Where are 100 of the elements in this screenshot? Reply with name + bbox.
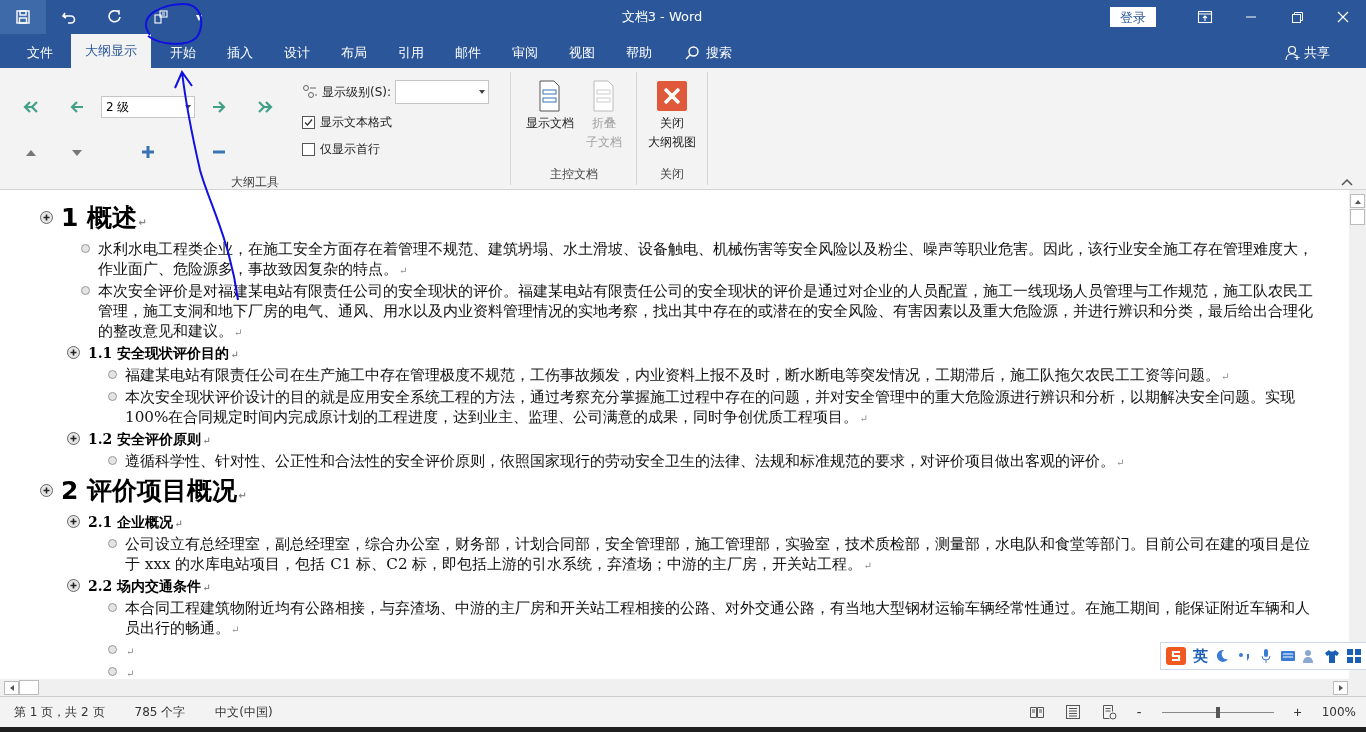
caret-up-icon xyxy=(1340,177,1354,187)
page-count[interactable]: 第 1 页，共 2 页 xyxy=(14,703,105,721)
dropdown-caret-icon xyxy=(185,105,191,109)
body-paragraph: ↵ xyxy=(125,645,135,659)
ribbon-tab[interactable]: 文件 xyxy=(14,38,66,68)
dropdown-caret-icon xyxy=(479,90,486,94)
save-button[interactable] xyxy=(0,0,46,34)
ribbon-tab[interactable]: 布局 xyxy=(328,38,380,68)
ribbon-tab[interactable]: 设计 xyxy=(271,38,323,68)
body-text-bullet xyxy=(108,370,117,379)
scrollbar-thumb[interactable] xyxy=(1350,209,1365,225)
outline-heading: 1 概述↵ xyxy=(61,202,147,234)
show-level-label: 显示级别(S): xyxy=(322,83,392,101)
close-icon xyxy=(1335,9,1351,25)
double-left-arrow-icon xyxy=(22,99,40,115)
keyboard-icon xyxy=(1280,648,1296,664)
outline-heading: 1.2 安全评价原则↵ xyxy=(88,430,211,449)
sign-in-button[interactable]: 登录 xyxy=(1110,7,1156,27)
group-label: 主控文档 xyxy=(548,166,599,183)
language-status[interactable]: 中文(中国) xyxy=(215,703,273,721)
body-text-bullet xyxy=(108,645,117,654)
checkbox-option[interactable]: 显示文本格式 xyxy=(302,114,490,131)
restore-icon xyxy=(1289,9,1305,25)
ribbon-tab[interactable]: 插入 xyxy=(214,38,266,68)
read-mode-icon xyxy=(1028,704,1045,720)
body-paragraph: ↵ xyxy=(125,667,135,679)
body-paragraph: 本合同工程建筑物附近均有公路相接，与弃渣场、中游的主厂房和开关站工程相接的公路、对外交通公路，有当地大型钢材运输车辆经常性通过。在施工期间，能保证附近车辆和人员出行的畅通。↵ xyxy=(125,598,1311,639)
outline-level-dropdown[interactable]: 2 级 xyxy=(101,96,195,118)
body-paragraph: 公司设立有总经理室，副总经理室，综合办公室，财务部，计划合同部，安全管理部，施工管理部，实验室，技术质检部，测量部，水电队和食堂等部门。目前公司在建的项目是位于 xxx 的水库电站项目，包括 C1 标、C2 标，即包括上游的引水系统，弃渣场；中游的主厂房，开关站工程。↵ xyxy=(125,534,1311,575)
web-layout-icon xyxy=(1100,704,1117,720)
right-arrow-icon xyxy=(211,99,227,115)
plus-icon xyxy=(141,145,155,159)
documents-icon xyxy=(153,9,169,25)
left-arrow-icon xyxy=(69,99,85,115)
zoom-percent[interactable]: 100% xyxy=(1321,705,1356,719)
word-count[interactable]: 785 个字 xyxy=(134,703,186,721)
right-triangle-icon xyxy=(1336,683,1345,692)
zoom-slider-thumb[interactable] xyxy=(1215,706,1220,718)
minimize-icon xyxy=(1246,16,1256,18)
show-document-button[interactable]: 显示文档 xyxy=(519,72,580,166)
outline-levels-icon xyxy=(302,84,318,100)
ribbon-tab[interactable]: 大纲显示 xyxy=(71,34,151,68)
scrollbar-thumb[interactable] xyxy=(19,680,39,695)
save-icon xyxy=(15,9,31,25)
moon-icon xyxy=(1214,648,1230,664)
expand-outline-icon[interactable] xyxy=(67,432,80,445)
ribbon-tab[interactable]: 帮助 xyxy=(613,38,665,68)
group-label: 关闭 xyxy=(659,166,685,183)
input-mode-button[interactable]: 英 xyxy=(1193,646,1208,666)
checkbox[interactable] xyxy=(302,116,315,129)
window-title: 文档3 - Word xyxy=(620,8,704,26)
ribbon-tab[interactable]: 审阅 xyxy=(499,38,551,68)
body-paragraph: 本次安全现状评价设计的目的就是应用安全系统工程的方法，通过考察充分掌握施工过程中存在的问题，并对安全管理中的重大危险源进行辨识和分析，以期解决安全问题。实现 100%在合同规定时间内完成原计划的工程进度，达到业主、监理、公司满意的成果，同时争创优质工程项目。↵ xyxy=(125,387,1296,428)
scroll-left-button[interactable] xyxy=(4,680,19,695)
zoom-in-button[interactable]: + xyxy=(1293,704,1302,720)
body-text-bullet xyxy=(81,286,90,295)
document-icon xyxy=(537,80,562,112)
body-text-bullet xyxy=(108,603,117,612)
shirt-icon xyxy=(1324,648,1340,664)
outline-heading: 1.1 安全现状评价目的↵ xyxy=(88,344,239,363)
ribbon-display-icon xyxy=(1197,9,1213,25)
checkbox[interactable] xyxy=(302,143,315,156)
zoom-out-button[interactable]: - xyxy=(1136,704,1142,720)
ribbon-tab[interactable]: 视图 xyxy=(556,38,608,68)
print-layout-icon xyxy=(1064,704,1081,720)
close-outline-view-button[interactable]: 关闭 大纲视图 xyxy=(642,72,702,166)
redo-icon xyxy=(107,9,123,25)
body-text-bullet xyxy=(108,667,117,676)
microphone-icon xyxy=(1258,648,1274,664)
scroll-up-button[interactable] xyxy=(1350,194,1365,208)
expand-outline-icon[interactable] xyxy=(67,515,80,528)
double-right-arrow-icon xyxy=(256,99,274,115)
body-text-bullet xyxy=(108,392,117,401)
body-paragraph: 遵循科学性、针对性、公正性和合法性的安全评价原则，依照国家现行的劳动安全卫生的法律、法规和标准规范的要求，对评价项目做出客观的评价。↵ xyxy=(125,451,1125,472)
ribbon-tab[interactable]: 邮件 xyxy=(442,38,494,68)
ribbon-tab[interactable]: 引用 xyxy=(385,38,437,68)
search-button[interactable]: 搜索 xyxy=(678,38,738,68)
share-button[interactable]: 共享 xyxy=(1279,38,1336,68)
ime-logo-icon xyxy=(1165,645,1187,667)
expand-outline-icon[interactable] xyxy=(40,484,53,497)
outline-heading: 2 评价项目概况↵ xyxy=(61,475,247,507)
person-add-icon xyxy=(1285,45,1301,61)
outline-heading: 2.2 场内交通条件↵ xyxy=(88,577,211,596)
expand-outline-icon[interactable] xyxy=(67,579,80,592)
body-text-bullet xyxy=(81,244,90,253)
expand-outline-icon[interactable] xyxy=(40,211,53,224)
expand-outline-icon[interactable] xyxy=(67,346,80,359)
outline-heading: 2.1 企业概况↵ xyxy=(88,513,183,532)
close-x-icon xyxy=(656,80,688,112)
pen-circle-annotation xyxy=(145,3,203,45)
body-paragraph: 福建某电站有限责任公司在生产施工中存在管理极度不规范，工伤事故频发，内业资料上报不及时，断水断电等突发情况，工期滞后，施工队拖欠农民工工资等问题。↵ xyxy=(125,365,1230,386)
scroll-right-button[interactable] xyxy=(1333,680,1348,695)
grid-icon xyxy=(1346,648,1362,664)
body-text-bullet xyxy=(108,456,117,465)
checkbox-option[interactable]: 仅显示首行 xyxy=(302,141,490,158)
collapse-ribbon-button[interactable] xyxy=(1340,177,1354,187)
ribbon-tab[interactable]: 开始 xyxy=(157,38,209,68)
group-label: 大纲工具 xyxy=(230,174,280,191)
body-text-bullet xyxy=(108,539,117,548)
search-icon xyxy=(684,45,700,61)
